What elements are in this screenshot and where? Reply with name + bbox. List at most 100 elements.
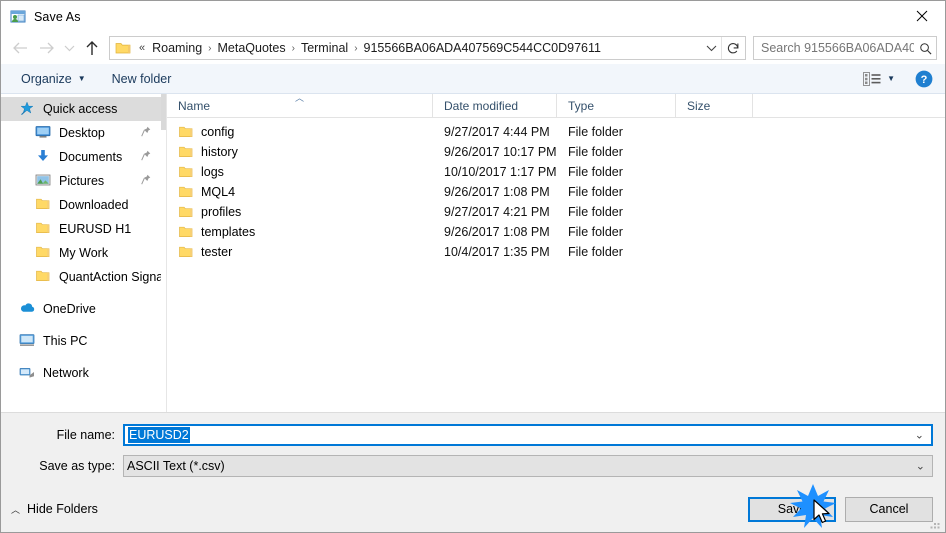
sidebar-item-label: This PC — [43, 334, 88, 348]
documents-download-icon — [35, 149, 53, 165]
save-button[interactable]: Save — [748, 496, 836, 522]
folder-icon — [35, 221, 53, 237]
file-name-cell: logs — [167, 165, 433, 179]
sidebar-item-my-work[interactable]: My Work — [1, 241, 161, 265]
file-date: 9/26/2017 10:17 PM — [444, 145, 557, 159]
save-panel: File name: EURUSD2 ⌄ Save as type: ASCII… — [1, 412, 945, 532]
breadcrumb[interactable]: « Roaming › MetaQuotes › Terminal › 9155… — [135, 41, 701, 55]
column-header-type[interactable]: Type — [557, 94, 676, 117]
file-date: 9/26/2017 1:08 PM — [444, 225, 550, 239]
sidebar-item-this-pc[interactable]: This PC — [1, 329, 161, 353]
sidebar-item-label: EURUSD H1 — [59, 222, 132, 236]
address-dropdown-button[interactable] — [701, 37, 721, 59]
close-button[interactable] — [899, 1, 945, 31]
sidebar-item-downloaded[interactable]: Downloaded — [1, 193, 161, 217]
sidebar-item-label: My Work — [59, 246, 109, 260]
list-view-icon[interactable] — [863, 71, 883, 87]
new-folder-label: New folder — [111, 71, 172, 86]
sidebar-item-documents[interactable]: Documents — [1, 145, 161, 169]
table-row[interactable]: config 9/27/2017 4:44 PM File folder — [167, 122, 945, 142]
svg-text:?: ? — [921, 74, 928, 86]
view-dropdown-icon[interactable]: ▼ — [887, 74, 895, 83]
breadcrumb-item-terminal[interactable]: Terminal — [298, 41, 351, 55]
title-bar: Save As — [1, 1, 945, 32]
pin-icon[interactable] — [141, 174, 151, 188]
sidebar-item-label: Network — [43, 366, 89, 380]
resize-grip[interactable] — [929, 517, 941, 529]
file-name-cell: templates — [167, 225, 433, 239]
search-input[interactable]: Search 915566BA06ADA40756... — [754, 41, 914, 55]
table-row[interactable]: history 9/26/2017 10:17 PM File folder — [167, 142, 945, 162]
table-row[interactable]: MQL4 9/26/2017 1:08 PM File folder — [167, 182, 945, 202]
breadcrumb-overflow[interactable]: « — [135, 42, 149, 54]
chevron-down-icon[interactable]: ⌄ — [916, 460, 925, 473]
table-row[interactable]: logs 10/10/2017 1:17 PM File folder — [167, 162, 945, 182]
save-as-app-icon — [10, 9, 26, 25]
star-pin-icon — [19, 101, 37, 117]
sidebar-splitter[interactable] — [161, 94, 167, 412]
file-name-cell: MQL4 — [167, 185, 433, 199]
column-header-name[interactable]: ︿ Name — [167, 94, 433, 117]
folder-icon — [115, 41, 131, 55]
search-box[interactable]: Search 915566BA06ADA40756... — [753, 36, 937, 60]
arrow-up-icon — [86, 41, 98, 55]
column-header-date-modified[interactable]: Date modified — [433, 94, 557, 117]
file-name-input[interactable]: EURUSD2 ⌄ — [123, 424, 933, 446]
navigation-sidebar: Quick access Desktop Documents Pictures … — [1, 94, 161, 412]
column-header-size[interactable]: Size — [676, 94, 753, 117]
file-name: logs — [201, 165, 224, 179]
file-name-selected-text: EURUSD2 — [128, 427, 190, 443]
address-bar[interactable]: « Roaming › MetaQuotes › Terminal › 9155… — [109, 36, 746, 60]
help-icon[interactable]: ? — [915, 70, 933, 88]
forward-button[interactable] — [33, 35, 59, 61]
window-title: Save As — [34, 9, 81, 24]
up-button[interactable] — [79, 35, 105, 61]
folder-icon — [178, 245, 194, 259]
pin-icon[interactable] — [141, 126, 151, 140]
new-folder-button[interactable]: New folder — [106, 70, 178, 88]
refresh-button[interactable] — [721, 37, 745, 59]
sidebar-item-network[interactable]: Network — [1, 361, 161, 385]
desktop-icon — [35, 125, 53, 141]
save-as-type-select[interactable]: ASCII Text (*.csv) ⌄ — [123, 455, 933, 477]
file-name-cell: history — [167, 145, 433, 159]
organize-button[interactable]: Organize ▼ — [15, 70, 92, 88]
onedrive-cloud-icon — [19, 301, 37, 317]
sidebar-item-label: QuantAction Signal — [59, 270, 161, 284]
breadcrumb-item-metaquotes[interactable]: MetaQuotes — [215, 41, 289, 55]
sidebar-item-onedrive[interactable]: OneDrive — [1, 297, 161, 321]
sidebar-item-quick-access[interactable]: Quick access — [1, 97, 161, 121]
sidebar-item-label: Pictures — [59, 174, 105, 188]
sort-ascending-icon: ︿ — [294, 93, 305, 103]
sidebar-item-desktop[interactable]: Desktop — [1, 121, 161, 145]
breadcrumb-item-guid[interactable]: 915566BA06ADA407569C544CC0D97611 — [361, 41, 604, 55]
cancel-button[interactable]: Cancel — [845, 496, 933, 522]
folder-icon — [178, 205, 194, 219]
file-type: File folder — [568, 245, 623, 259]
file-type: File folder — [568, 125, 623, 139]
footer-buttons: Save Cancel — [748, 496, 933, 522]
back-button[interactable] — [7, 35, 33, 61]
breadcrumb-separator: › — [291, 42, 295, 54]
folder-icon — [35, 245, 53, 261]
chevron-down-icon: ▼ — [77, 74, 86, 83]
toolbar-right-group: ▼ ? — [863, 70, 945, 88]
sidebar-item-pictures[interactable]: Pictures — [1, 169, 161, 193]
table-row[interactable]: tester 10/4/2017 1:35 PM File folder — [167, 242, 945, 262]
sidebar-item-quantaction-signal[interactable]: QuantAction Signal — [1, 265, 161, 289]
recent-locations-button[interactable] — [59, 35, 79, 61]
pin-icon[interactable] — [141, 150, 151, 164]
hide-folders-button[interactable]: ︿ Hide Folders — [11, 502, 98, 516]
table-row[interactable]: templates 9/26/2017 1:08 PM File folder — [167, 222, 945, 242]
chevron-down-icon — [64, 45, 74, 52]
pictures-icon — [35, 173, 53, 189]
file-name-cell: tester — [167, 245, 433, 259]
file-type: File folder — [568, 145, 623, 159]
file-type-row: Save as type: ASCII Text (*.csv) ⌄ — [1, 455, 945, 477]
file-name: config — [201, 125, 235, 139]
breadcrumb-item-roaming[interactable]: Roaming — [149, 41, 205, 55]
table-row[interactable]: profiles 9/27/2017 4:21 PM File folder — [167, 202, 945, 222]
navigation-bar: « Roaming › MetaQuotes › Terminal › 9155… — [1, 32, 945, 64]
chevron-down-icon[interactable]: ⌄ — [915, 429, 924, 442]
sidebar-item-eurusd-h1[interactable]: EURUSD H1 — [1, 217, 161, 241]
